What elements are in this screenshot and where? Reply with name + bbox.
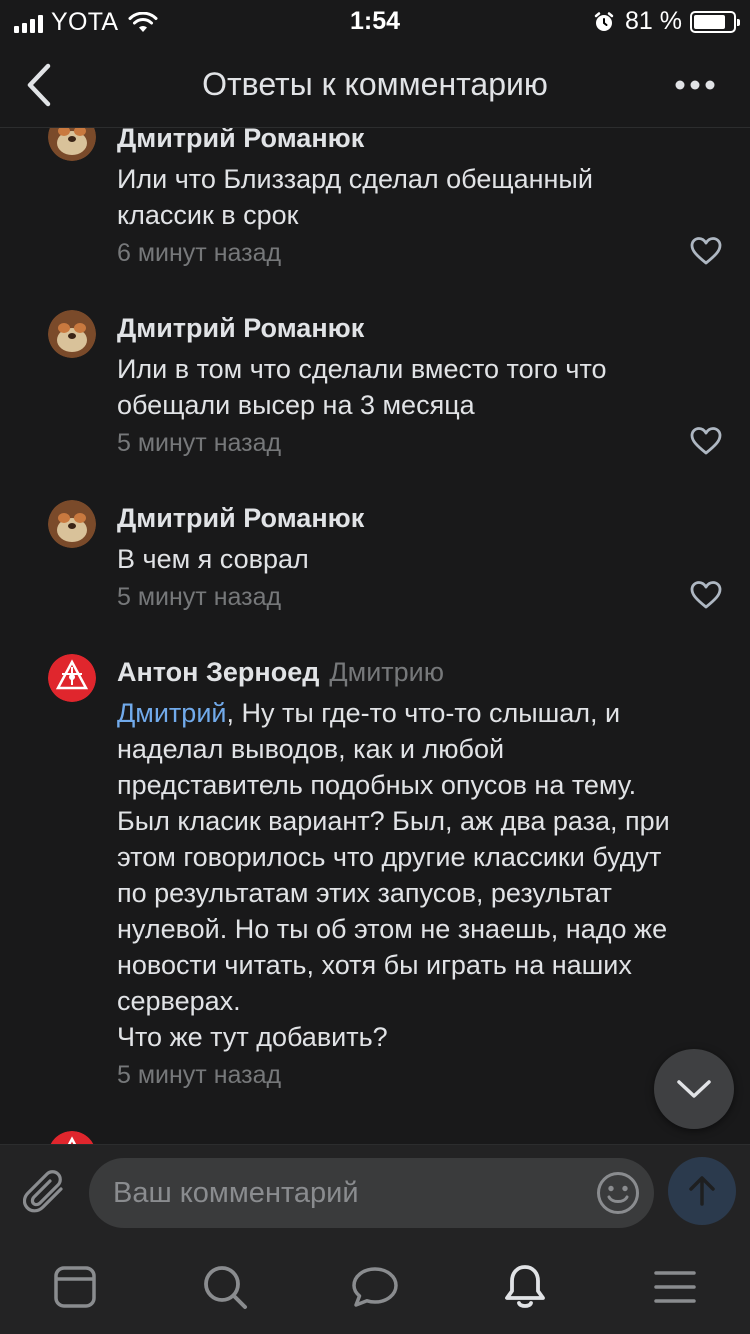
avatar[interactable] <box>48 1131 96 1144</box>
arrow-up-icon <box>689 1176 715 1206</box>
notifications-icon <box>505 1265 545 1308</box>
comment-timestamp: 5 минут назад <box>117 429 282 457</box>
comment-timestamp: 5 минут назад <box>117 1061 282 1089</box>
comments-list[interactable]: Дмитрий Романюк Или что Близзард сделал … <box>0 128 750 1144</box>
scroll-down-button[interactable] <box>654 1049 734 1129</box>
comment-input[interactable] <box>113 1158 593 1228</box>
battery-icon <box>690 10 740 33</box>
comment-composer <box>0 1144 750 1240</box>
comment-timestamp: 5 минут назад <box>117 583 282 611</box>
page-title: Ответы к комментарию <box>202 66 548 102</box>
comment-item: Дмитрий Романюк Или в том что сделали вм… <box>0 310 750 483</box>
comment-item: Дмитрий Романюк Или что Близзард сделал … <box>0 128 750 293</box>
comment-author-line: Дмитрий Романюк <box>117 503 364 534</box>
tab-search[interactable] <box>200 1262 250 1312</box>
comment-author[interactable]: Дмитрий Романюк <box>117 503 364 533</box>
attach-button[interactable] <box>20 1165 70 1221</box>
comment-author-line: Дмитрий Романюк <box>117 128 364 154</box>
status-bar: YOTA 1:54 81 % <box>0 0 750 42</box>
comment-text: В чем я соврал <box>117 544 309 574</box>
heart-outline-icon <box>690 581 722 609</box>
battery-percent: 81 % <box>625 7 682 35</box>
paperclip-icon <box>23 1170 63 1213</box>
comment-author-line: Дмитрий Романюк <box>117 313 364 344</box>
comment-timestamp: 6 минут назад <box>117 239 282 267</box>
heart-outline-icon <box>690 237 722 265</box>
tab-bar <box>0 1240 750 1334</box>
emoji-button[interactable] <box>596 1171 640 1215</box>
heart-outline-icon <box>690 427 722 455</box>
tab-notifications[interactable] <box>500 1262 550 1312</box>
tab-news[interactable] <box>50 1262 100 1312</box>
avatar[interactable] <box>48 500 96 548</box>
like-button[interactable] <box>690 580 722 610</box>
alarm-icon <box>594 11 614 31</box>
comment-item: Антон Зерноед Дмитрию Дмитрий, Ну ты где-… <box>0 654 750 1097</box>
avatar[interactable] <box>48 654 96 702</box>
comment-author[interactable]: Дмитрий Романюк <box>117 128 364 153</box>
navigation-header: Ответы к комментарию <box>0 42 750 128</box>
comment-item: Дмитрий Романюк В чем я соврал 5 минут н… <box>0 500 750 633</box>
comment-author-line: Антон Зерноед Дмитрию <box>117 657 444 688</box>
chevron-down-icon <box>677 1080 711 1098</box>
comment-input-container <box>89 1158 654 1228</box>
avatar[interactable] <box>48 128 96 161</box>
tab-messages[interactable] <box>350 1262 400 1312</box>
comment-text: Дмитрий, Ну ты где-то что-то слышал, и н… <box>117 698 670 1052</box>
send-button[interactable] <box>668 1157 736 1225</box>
comment-item <box>0 1131 750 1144</box>
messages-icon <box>352 1267 398 1307</box>
like-button[interactable] <box>690 426 722 456</box>
like-button[interactable] <box>690 236 722 266</box>
menu-icon <box>654 1271 696 1303</box>
comment-author[interactable]: Антон Зерноед <box>117 657 319 687</box>
comment-author[interactable]: Дмитрий Романюк <box>117 313 364 343</box>
mention-link[interactable]: Дмитрий <box>117 698 226 728</box>
comment-text: Или в том что сделали вместо того что об… <box>117 354 607 420</box>
smile-icon <box>597 1172 639 1214</box>
tab-menu[interactable] <box>650 1262 700 1312</box>
search-icon <box>204 1266 247 1309</box>
more-horizontal-icon <box>675 80 715 90</box>
avatar[interactable] <box>48 310 96 358</box>
battery-level <box>694 14 725 29</box>
news-icon <box>54 1266 96 1308</box>
comment-text: Или что Близзард сделал обещанный класси… <box>117 164 593 230</box>
reply-to-label[interactable]: Дмитрию <box>329 657 444 687</box>
more-options-button[interactable] <box>670 68 720 102</box>
